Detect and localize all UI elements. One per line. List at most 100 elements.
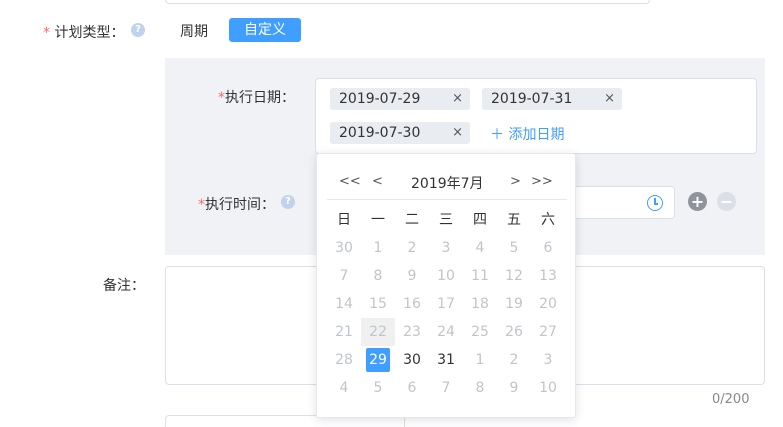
calendar-day[interactable]: 3	[429, 234, 463, 262]
calendar-day[interactable]: 8	[361, 262, 395, 290]
calendar-day-label: 3	[441, 240, 451, 256]
calendar-day[interactable]: 1	[463, 346, 497, 374]
calendar-day-label: 9	[509, 380, 519, 396]
calendar-day-label: 8	[475, 380, 485, 396]
tab-cycle[interactable]: 周期	[180, 21, 208, 41]
calendar-day-label: 4	[339, 380, 349, 396]
calendar-day-label: 6	[407, 380, 417, 396]
calendar-day-label: 4	[475, 240, 485, 256]
calendar-day[interactable]: 19	[497, 290, 531, 318]
top-input-field[interactable]	[165, 0, 650, 4]
calendar-day-label: 1	[373, 240, 383, 256]
help-icon[interactable]: ?	[281, 195, 295, 209]
next-year-button[interactable]: >>	[531, 174, 553, 189]
calendar-divider	[327, 199, 567, 200]
calendar-day-label: 30	[403, 352, 421, 368]
calendar-day[interactable]: 12	[497, 262, 531, 290]
calendar-day[interactable]: 16	[395, 290, 429, 318]
calendar-day[interactable]: 9	[395, 262, 429, 290]
close-icon[interactable]: ×	[604, 88, 615, 110]
calendar-day[interactable]: 28	[327, 346, 361, 374]
calendar-day-label: 16	[403, 296, 421, 312]
calendar-day[interactable]: 27	[531, 318, 565, 346]
remove-time-button[interactable]: −	[717, 192, 736, 211]
calendar-day-label: 31	[437, 352, 455, 368]
calendar-day[interactable]: 22	[361, 318, 395, 346]
calendar-day[interactable]: 3	[531, 346, 565, 374]
calendar-day-label: 23	[403, 324, 421, 340]
calendar-day-label: 13	[539, 268, 557, 284]
calendar-day-label: 19	[505, 296, 523, 312]
calendar-day-label: 6	[543, 240, 553, 256]
calendar-day[interactable]: 23	[395, 318, 429, 346]
calendar-day[interactable]: 8	[463, 374, 497, 402]
calendar-day-label: 25	[471, 324, 489, 340]
clock-icon[interactable]	[647, 195, 663, 211]
calendar-day-label: 21	[335, 324, 353, 340]
calendar-day-selected[interactable]: 29	[361, 346, 395, 374]
plan-type-label: * 计划类型：	[43, 22, 124, 42]
add-time-button[interactable]: +	[688, 192, 707, 211]
calendar-day-label: 8	[373, 268, 383, 284]
weekday-header: 一	[371, 212, 385, 228]
calendar-day[interactable]: 7	[327, 262, 361, 290]
close-icon[interactable]: ×	[452, 88, 463, 110]
calendar-day-label: 11	[471, 268, 489, 284]
calendar-day[interactable]: 21	[327, 318, 361, 346]
help-icon[interactable]: ?	[131, 23, 145, 37]
calendar-day[interactable]: 20	[531, 290, 565, 318]
date-tag: 2019-07-30 ×	[330, 122, 470, 144]
calendar-day[interactable]: 14	[327, 290, 361, 318]
calendar-day-label: 18	[471, 296, 489, 312]
calendar-day-label: 14	[335, 296, 353, 312]
calendar-day[interactable]: 6	[395, 374, 429, 402]
calendar-day-label: 1	[475, 352, 485, 368]
calendar-day[interactable]: 17	[429, 290, 463, 318]
calendar-title: 2019年7月	[411, 176, 484, 192]
calendar-day-label: 10	[539, 380, 557, 396]
calendar-day[interactable]: 5	[361, 374, 395, 402]
close-icon[interactable]: ×	[452, 122, 463, 144]
calendar-day[interactable]: 5	[497, 234, 531, 262]
calendar-day-label: 30	[335, 240, 353, 256]
date-tag-label: 2019-07-29	[339, 91, 421, 107]
add-date-button[interactable]: ＋ 添加日期	[490, 124, 564, 144]
prev-month-button[interactable]: <	[372, 174, 383, 189]
calendar-day-label: 7	[441, 380, 451, 396]
weekday-header: 六	[541, 212, 555, 228]
calendar-day[interactable]: 2	[395, 234, 429, 262]
calendar-day[interactable]: 1	[361, 234, 395, 262]
calendar-day[interactable]: 4	[463, 234, 497, 262]
weekday-header: 五	[507, 212, 521, 228]
calendar-day[interactable]: 10	[429, 262, 463, 290]
calendar-day[interactable]: 2	[497, 346, 531, 374]
calendar-day[interactable]: 7	[429, 374, 463, 402]
calendar-day-label: 9	[407, 268, 417, 284]
calendar-day[interactable]: 26	[497, 318, 531, 346]
calendar-day-label: 5	[373, 380, 383, 396]
calendar-day[interactable]: 6	[531, 234, 565, 262]
calendar-day[interactable]: 30	[395, 346, 429, 374]
exec-time-label: *执行时间：	[198, 194, 275, 214]
calendar-day-label: 7	[339, 268, 349, 284]
calendar-day[interactable]: 4	[327, 374, 361, 402]
calendar-day[interactable]: 9	[497, 374, 531, 402]
tab-custom[interactable]: 自定义	[229, 18, 301, 42]
weekday-header: 日	[337, 212, 351, 228]
remark-label: 备注：	[103, 278, 145, 294]
next-month-button[interactable]: >	[510, 174, 521, 189]
prev-year-button[interactable]: <<	[339, 174, 361, 189]
calendar-day[interactable]: 11	[463, 262, 497, 290]
calendar-day[interactable]: 31	[429, 346, 463, 374]
exec-date-label-text: 执行日期：	[225, 90, 295, 106]
calendar-day[interactable]: 10	[531, 374, 565, 402]
weekday-header: 三	[439, 212, 453, 228]
calendar-day[interactable]: 13	[531, 262, 565, 290]
calendar-day[interactable]: 25	[463, 318, 497, 346]
calendar-day-label: 2	[509, 352, 519, 368]
calendar-day[interactable]: 30	[327, 234, 361, 262]
calendar-day-label: 24	[437, 324, 455, 340]
calendar-day[interactable]: 15	[361, 290, 395, 318]
calendar-day[interactable]: 18	[463, 290, 497, 318]
calendar-day[interactable]: 24	[429, 318, 463, 346]
